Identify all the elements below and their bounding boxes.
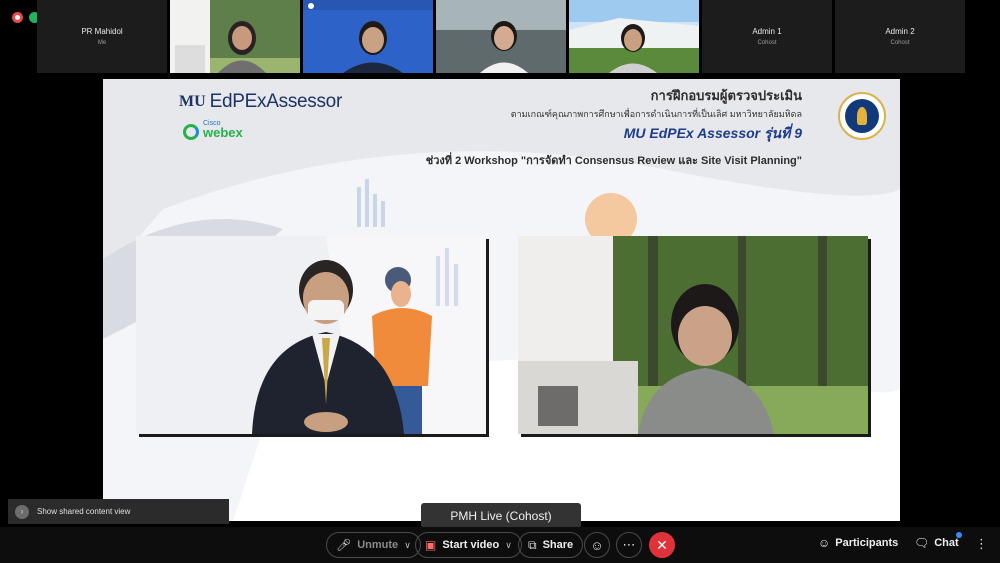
end-call-icon: ✕ [656, 536, 668, 553]
webex-logo-icon [183, 124, 199, 140]
slide-title-line-2: ตามเกณฑ์คุณภาพการศึกษาเพื่อการดำเนินการท… [510, 109, 802, 119]
participant-tile-pr-mahidol[interactable]: PR Mahidol Me [37, 0, 167, 73]
slide-title-line-3: MU EdPEx Assessor รุ่นที่ 9 [623, 125, 802, 141]
university-seal-icon [838, 92, 886, 140]
end-call-button[interactable]: ✕ [649, 532, 675, 558]
slide-title-line-4: ช่วงที่ 2 Workshop "การจัดทำ Consensus R… [425, 155, 802, 167]
slide-title-line-1: การฝึกอบรมผู้ตรวจประเมิน [650, 88, 802, 103]
chat-icon: 🗨︎ [914, 536, 930, 550]
more-icon[interactable]: ⋮ [975, 536, 988, 552]
reactions-button[interactable]: ☺ [584, 532, 610, 558]
participant-video-tile[interactable] [436, 0, 566, 73]
start-video-button[interactable]: ▣ Start video ∨ [415, 532, 522, 558]
participants-icon: ☺ [818, 536, 831, 550]
participant-name: Admin 1 [752, 27, 782, 36]
participants-button[interactable]: ☺ Participants [818, 536, 898, 550]
webex-logo: Cisco webex [183, 120, 243, 140]
chat-button[interactable]: 🗨︎ Chat [914, 536, 959, 550]
participant-video-tile[interactable] [170, 0, 300, 73]
unmute-button[interactable]: 🎤︎ Unmute ∨ [326, 532, 421, 558]
chat-label: Chat [934, 537, 959, 549]
brand-title: EdPExAssessor [209, 91, 343, 112]
mu-logo: MU [179, 93, 206, 110]
more-icon: ⋯ [622, 537, 636, 552]
meeting-control-bar: 🎤︎ Unmute ∨ ▣ Start video ∨ ⧉ Share ☺ ⋯ … [0, 527, 1000, 563]
share-icon: ⧉ [528, 537, 537, 552]
chevron-down-icon[interactable]: ∨ [404, 540, 411, 551]
shared-view-label: Show shared content view [37, 507, 131, 516]
video-off-icon: ▣ [425, 538, 437, 552]
shared-content[interactable]: MU EdPExAssessor Cisco webex การฝึกอบรมผ… [103, 79, 900, 521]
slide-titles: การฝึกอบรมผู้ตรวจประเมิน ตามเกณฑ์คุณภาพก… [426, 85, 802, 169]
reactions-icon: ☺ [590, 537, 604, 553]
chevron-down-icon[interactable]: ∨ [505, 540, 512, 551]
edpex-brand: MU EdPExAssessor [179, 91, 342, 113]
start-video-label: Start video [442, 539, 500, 551]
speaker-video-frame [136, 236, 486, 434]
recording-icon [12, 12, 23, 23]
status-icons [12, 12, 40, 23]
participant-role: Me [97, 40, 107, 46]
share-button[interactable]: ⧉ Share [518, 532, 584, 558]
more-options-button[interactable]: ⋯ [616, 532, 642, 558]
presenter-name-badge: PMH Live (Cohost) [421, 503, 581, 528]
chat-notification-badge [956, 532, 962, 538]
participant-name: Admin 2 [885, 27, 915, 36]
participant-tile-admin-1[interactable]: Admin 1 Cohost [702, 0, 832, 73]
cisco-label: Cisco [203, 120, 221, 127]
share-label: Share [542, 539, 574, 551]
participant-role: Cohost [890, 40, 910, 46]
participant-video-tile[interactable] [569, 0, 699, 73]
mic-off-icon: 🎤︎ [336, 538, 352, 552]
unmute-label: Unmute [357, 539, 399, 551]
show-shared-content-view-button[interactable]: › Show shared content view [8, 499, 229, 524]
participant-video-tile[interactable] [303, 0, 433, 73]
participant-video-frame [518, 236, 868, 434]
participant-tile-admin-2[interactable]: Admin 2 Cohost [835, 0, 965, 73]
participant-strip: PR Mahidol Me Admin 1 Cohost Admin 2 Coh… [0, 0, 1000, 76]
participants-label: Participants [835, 537, 899, 549]
participant-name: PR Mahidol [81, 27, 123, 36]
shared-view-icon: › [15, 504, 29, 519]
participant-role: Cohost [757, 40, 777, 46]
